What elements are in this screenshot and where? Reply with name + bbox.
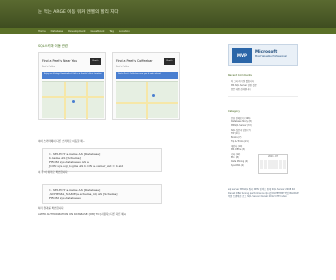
tag-cloud[interactable]: sql server MSSQL 쿼리 DMV 인덱스 통계 SQL Serve… [228, 188, 300, 199]
mvp-logo-icon: MVP [232, 48, 252, 63]
code-line: FROM sys.databases [49, 196, 81, 200]
category-item[interactable]: MS Office (3) [231, 148, 245, 151]
site-header: 눈 먹는 ARGE 이동 워커 엔젤의 할리 지다 [0, 0, 336, 28]
category-item[interactable]: Etc. (8) [231, 156, 239, 159]
post-outro-1: 처리 결과를 확인합니다 [38, 207, 64, 210]
post-intro: 이어 스키마에서 다른 스키마로 이동할 때... [38, 140, 86, 143]
mvp-banner[interactable]: MVP Microsoft Most Valuable Professional [228, 44, 298, 66]
main-nav: Home Database Development Guestbook Tag … [0, 28, 336, 34]
category-item[interactable]: Database Story (8) [231, 120, 252, 123]
code-line: JOIN sys.sql_logins AS b ON a.owner_sid … [49, 164, 124, 168]
ad-map [116, 81, 178, 119]
ad-cta[interactable]: Find a Peet's Coffeebar near you & order… [116, 72, 178, 79]
category-heading: Category [228, 110, 240, 113]
recent-comment[interactable]: 좋은 내용 감사합니다 [231, 87, 251, 91]
post-outro-2: ALTER AUTHORIZATION ON DATABASE::[DB] TO… [38, 213, 127, 216]
site-title[interactable]: 눈 먹는 ARGE 이동 워커 엔젤의 할리 지다 [38, 9, 119, 15]
calendar-grid [259, 159, 287, 170]
calendar[interactable]: 2011. 07 [258, 154, 288, 174]
ad-logo: Peet's [164, 58, 175, 65]
calendar-title: 2011. 07 [268, 155, 278, 158]
category-item[interactable]: TIP (11) [231, 132, 240, 135]
map-pin-icon [152, 94, 155, 97]
nav-item-guestbook[interactable]: Guestbook [91, 30, 105, 33]
category-item[interactable]: Books (7) [231, 136, 241, 139]
ad-headline: Find a Peet's Near You [42, 59, 78, 63]
nav-item-home[interactable]: Home [38, 30, 46, 33]
category-item[interactable]: Tip & Tricks (21) [231, 140, 249, 143]
ad-logo: Peet's [90, 58, 101, 65]
category-item[interactable]: Sys.DBA (2) [231, 164, 244, 167]
nav-item-location[interactable]: Location [119, 30, 130, 33]
category-item[interactable]: MSSQL Server (72) [231, 124, 252, 127]
nav-item-development[interactable]: Development [68, 30, 85, 33]
post-title[interactable]: SQL스키마 이동 관련 [38, 43, 68, 48]
category-item[interactable]: Data Mining (4) [231, 160, 248, 163]
mvp-subtitle: Most Valuable Professional [255, 55, 287, 58]
ad-cta[interactable]: Enjoy our Vintage Handcrafted Coffee at … [42, 72, 104, 79]
mvp-title: Microsoft [255, 49, 278, 54]
nav-item-tag[interactable]: Tag [109, 30, 113, 33]
ad-subtitle: Peet's Coffee [116, 66, 130, 68]
map-pin-icon [72, 100, 75, 103]
code-block-2: 1. SELECT a.name AS [Database] ,SCHEMA_N… [42, 184, 162, 204]
ad-subtitle: Peet's Coffee [42, 66, 56, 68]
code-block-1: 1. SELECT a.name AS [Database] b.name AS… [42, 148, 162, 172]
recent-comments-heading: Recent Comments [228, 74, 252, 77]
post-between-text: 이 후 이 쿼리로 확인합니다 [38, 171, 68, 174]
ad-map [42, 81, 104, 119]
ad-banner-2[interactable]: Find a Peet's Coffeebar Peet's Coffee Pe… [112, 52, 180, 120]
ad-banner-1[interactable]: Find a Peet's Near You Peet's Coffee Pee… [38, 52, 106, 120]
divider [228, 96, 298, 97]
ad-headline: Find a Peet's Coffeebar [116, 59, 153, 63]
nav-item-database[interactable]: Database [51, 30, 63, 33]
